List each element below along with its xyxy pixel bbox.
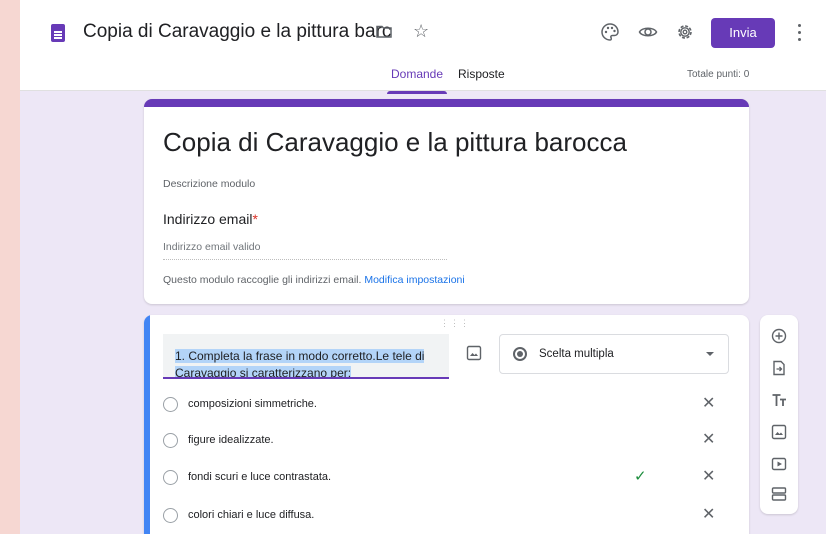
image-icon[interactable]: [466, 345, 482, 361]
tab-questions[interactable]: Domande: [386, 67, 448, 94]
radio-icon: [163, 508, 178, 523]
palette-icon[interactable]: [600, 22, 620, 42]
app-frame: Copia di Caravaggio e la pittura barc ☆ …: [20, 0, 826, 534]
email-collection-notice: Questo modulo raccoglie gli indirizzi em…: [163, 274, 465, 286]
tab-responses[interactable]: Risposte: [458, 67, 505, 81]
add-video-icon[interactable]: [771, 456, 787, 472]
email-field: Indirizzo email valido: [163, 241, 261, 253]
option-label[interactable]: composizioni simmetriche.: [188, 398, 317, 410]
question-title-input[interactable]: 1. Completa la frase in modo corretto.Le…: [163, 334, 449, 379]
form-header-card: Copia di Caravaggio e la pittura barocca…: [144, 99, 749, 304]
drag-handle-icon[interactable]: ⋮⋮⋮: [440, 318, 470, 329]
radio-checked-icon: [513, 347, 527, 361]
form-title[interactable]: Copia di Caravaggio e la pittura barocca: [163, 127, 627, 158]
remove-option-icon[interactable]: ✕: [702, 468, 715, 486]
settings-gear-icon[interactable]: [675, 22, 695, 42]
option-label[interactable]: fondi scuri e luce contrastata.: [188, 471, 331, 483]
add-question-icon[interactable]: [771, 328, 787, 344]
question-card[interactable]: ⋮⋮⋮ 1. Completa la frase in modo corrett…: [144, 315, 749, 534]
required-mark: *: [252, 211, 258, 227]
correct-answer-check-icon: ✓: [634, 468, 647, 485]
add-image-icon[interactable]: [771, 424, 787, 440]
star-icon[interactable]: ☆: [413, 21, 429, 42]
question-type-label: Scelta multipla: [539, 348, 614, 360]
email-label-text: Indirizzo email: [163, 211, 253, 227]
radio-icon: [163, 433, 178, 448]
forms-doc-icon[interactable]: [51, 24, 65, 42]
radio-icon: [163, 470, 178, 485]
remove-option-icon[interactable]: ✕: [702, 431, 715, 449]
form-description[interactable]: Descrizione modulo: [163, 178, 255, 190]
preview-eye-icon[interactable]: [638, 22, 658, 42]
option-row: colori chiari e luce diffusa. ✕: [163, 506, 733, 526]
radio-icon: [163, 397, 178, 412]
edit-settings-link[interactable]: Modifica impostazioni: [364, 274, 464, 286]
option-row: figure idealizzate. ✕: [163, 431, 733, 451]
total-points: Totale punti: 0: [687, 69, 750, 80]
active-question-accent: [144, 315, 150, 534]
more-vert-icon[interactable]: [798, 24, 802, 42]
floating-toolbar: [760, 315, 798, 514]
send-button[interactable]: Invia: [711, 18, 775, 48]
option-label[interactable]: colori chiari e luce diffusa.: [188, 509, 314, 521]
add-section-icon[interactable]: [771, 486, 787, 502]
add-title-icon[interactable]: [771, 392, 787, 408]
email-field-label: Indirizzo email*: [163, 211, 258, 227]
question-type-select[interactable]: Scelta multipla: [499, 334, 729, 374]
remove-option-icon[interactable]: ✕: [702, 506, 715, 524]
option-row: composizioni simmetriche. ✕: [163, 395, 733, 415]
email-underline: [163, 259, 447, 260]
dropdown-arrow-icon: [706, 352, 714, 356]
option-label[interactable]: figure idealizzate.: [188, 434, 274, 446]
folder-icon[interactable]: [376, 25, 392, 38]
document-title[interactable]: Copia di Caravaggio e la pittura barc: [83, 21, 391, 43]
question-title-text: 1. Completa la frase in modo corretto.Le…: [175, 349, 425, 379]
import-questions-icon[interactable]: [771, 360, 787, 376]
remove-option-icon[interactable]: ✕: [702, 395, 715, 413]
top-bar: Copia di Caravaggio e la pittura barc ☆ …: [20, 0, 826, 94]
option-row: fondi scuri e luce contrastata. ✓ ✕: [163, 468, 733, 488]
notice-text: Questo modulo raccoglie gli indirizzi em…: [163, 274, 362, 286]
